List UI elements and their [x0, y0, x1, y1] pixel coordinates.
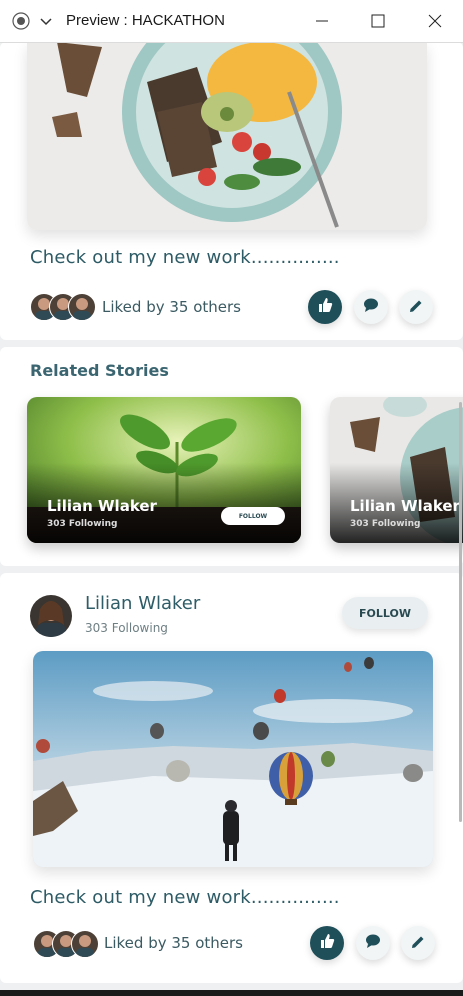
- maximize-icon[interactable]: [356, 0, 400, 42]
- liked-avatars[interactable]: [30, 293, 96, 321]
- title-bar: Preview : HACKATHON: [0, 0, 463, 43]
- comment-button[interactable]: [354, 290, 388, 324]
- follow-button[interactable]: FOLLOW: [342, 597, 428, 629]
- edit-button[interactable]: [401, 926, 435, 960]
- feed-content: Check out my new work............... Lik…: [0, 42, 463, 996]
- post-card: Lilian Wlaker 303 Following FOLLOW Check…: [0, 573, 463, 983]
- avatar[interactable]: [30, 595, 72, 637]
- minimize-icon[interactable]: [300, 0, 344, 42]
- like-button[interactable]: [310, 926, 344, 960]
- author-name[interactable]: Lilian Wlaker: [85, 593, 200, 614]
- avatar: [68, 293, 96, 321]
- comment-button[interactable]: [356, 926, 390, 960]
- close-icon[interactable]: [413, 0, 457, 42]
- post-card: Check out my new work............... Lik…: [0, 42, 463, 340]
- scrollbar[interactable]: [459, 42, 463, 996]
- avatar: [71, 930, 99, 958]
- story-card[interactable]: Lilian Wlaker 303 Following: [330, 397, 463, 543]
- comment-icon: [365, 933, 381, 953]
- story-author-name: Lilian Wlaker: [47, 497, 157, 515]
- window-bottom-border: [0, 990, 463, 996]
- liked-by-text[interactable]: Liked by 35 others: [102, 298, 241, 316]
- hot-air-balloons-photo[interactable]: [33, 651, 433, 867]
- story-following-count: 303 Following: [350, 519, 421, 529]
- author-following: 303 Following: [85, 621, 168, 635]
- preview-window: Preview : HACKATHON Check out my new wor…: [0, 0, 463, 996]
- thumbs-up-icon: [317, 297, 333, 317]
- record-icon[interactable]: [12, 12, 30, 30]
- window-title: Preview : HACKATHON: [66, 12, 225, 29]
- like-button[interactable]: [308, 290, 342, 324]
- liked-by-text[interactable]: Liked by 35 others: [104, 934, 243, 952]
- edit-icon: [411, 934, 425, 953]
- chevron-down-icon[interactable]: [38, 14, 54, 28]
- post-caption: Check out my new work...............: [30, 887, 340, 908]
- story-card[interactable]: Lilian Wlaker 303 Following FOLLOW: [27, 397, 301, 543]
- scrollbar-thumb[interactable]: [459, 402, 462, 822]
- story-author-name: Lilian Wlaker: [350, 497, 460, 515]
- edit-icon: [409, 298, 423, 317]
- post-caption: Check out my new work...............: [30, 247, 340, 268]
- story-following-count: 303 Following: [47, 519, 118, 529]
- food-bowl-photo[interactable]: [27, 42, 427, 230]
- edit-button[interactable]: [399, 290, 433, 324]
- related-stories-card: Related Stories Lilian Wlaker 303 Follow…: [0, 347, 463, 566]
- liked-avatars[interactable]: [33, 930, 99, 958]
- thumbs-up-icon: [319, 933, 335, 953]
- section-title: Related Stories: [30, 361, 169, 380]
- comment-icon: [363, 297, 379, 317]
- story-follow-button[interactable]: FOLLOW: [221, 507, 285, 525]
